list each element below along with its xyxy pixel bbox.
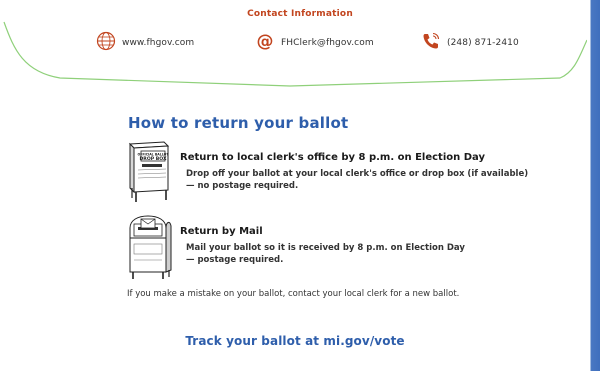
option-clerk-desc-line2: — no postage required. — [186, 181, 299, 191]
contact-website: www.fhgov.com — [96, 30, 194, 56]
drop-box-label-line1: OFFICIAL BALLOT — [137, 153, 169, 157]
drop-box-illustration: OFFICIAL BALLOT DROP BOX — [128, 141, 169, 202]
option-mail-heading: Return by Mail — [180, 226, 263, 237]
right-edge-strip — [587, 0, 600, 371]
option-clerk-heading: Return to local clerk's office by 8 p.m.… — [180, 152, 485, 163]
section-title: How to return your ballot — [128, 114, 349, 132]
mistake-note: If you make a mistake on your ballot, co… — [127, 289, 460, 299]
mailbox-illustration — [129, 215, 172, 279]
track-ballot-link[interactable]: Track your ballot at mi.gov/vote — [0, 334, 590, 348]
option-clerk-desc-line1: Drop off your ballot at your local clerk… — [186, 169, 529, 179]
drop-box-label-line2: DROP BOX — [139, 156, 166, 162]
option-mail-desc-line2: — postage required. — [186, 255, 284, 265]
option-mail-desc-line1: Mail your ballot so it is received by 8 … — [186, 243, 465, 253]
ballot-return-page: Contact Information www.fhgov.com @ FHCl… — [0, 0, 600, 371]
phone-text: (248) 871-2410 — [447, 38, 519, 48]
contact-email: @ FHClerk@fhgov.com — [255, 30, 374, 56]
contact-info-title: Contact Information — [247, 9, 353, 19]
email-text: FHClerk@fhgov.com — [281, 38, 374, 48]
globe-icon — [96, 31, 116, 55]
phone-icon — [421, 31, 441, 55]
svg-text:@: @ — [257, 32, 274, 52]
website-text: www.fhgov.com — [122, 38, 195, 48]
at-sign-icon: @ — [255, 31, 275, 55]
contact-phone: (248) 871-2410 — [421, 30, 519, 56]
